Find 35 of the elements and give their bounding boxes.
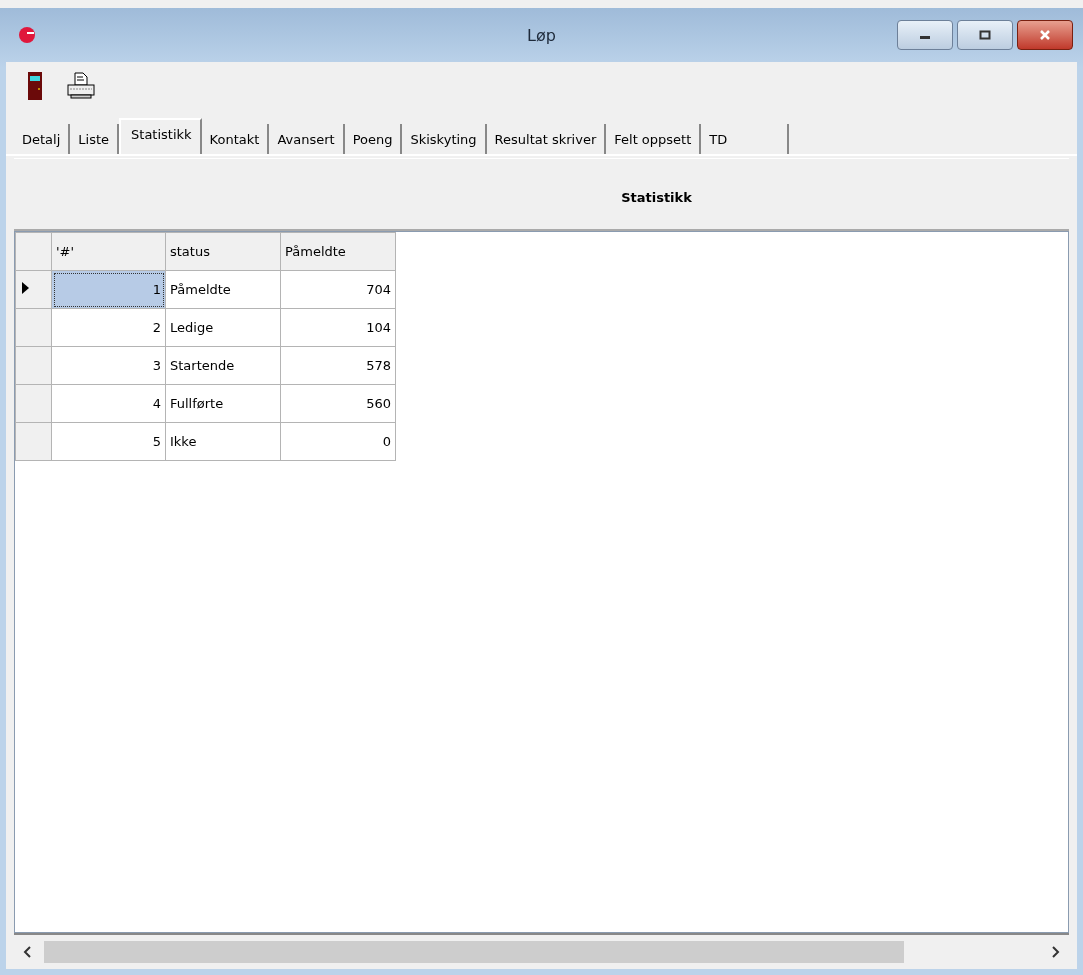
table-cell: 560	[280, 384, 396, 423]
column-header[interactable]: Påmeldte	[280, 232, 396, 271]
app-logo-icon	[18, 26, 36, 44]
close-button[interactable]	[1017, 20, 1073, 50]
scrollbar-thumb[interactable]	[44, 941, 904, 963]
table-cell: Ledige	[165, 308, 281, 347]
close-icon	[1039, 30, 1051, 40]
table-cell: Fullførte	[165, 384, 281, 423]
table-cell: Startende	[165, 346, 281, 385]
table-cell: 104	[280, 308, 396, 347]
row-pointer-icon	[22, 282, 29, 294]
maximize-icon	[979, 30, 991, 40]
table-cell: 1	[51, 270, 166, 309]
table-cell: 704	[280, 270, 396, 309]
column-header[interactable]: '#'	[51, 232, 166, 271]
scroll-left-icon[interactable]	[22, 946, 32, 958]
panel-heading: Statistikk	[621, 189, 692, 205]
table-cell: Ikke	[165, 422, 281, 461]
table-cell: 0	[280, 422, 396, 461]
column-header[interactable]: status	[165, 232, 281, 271]
printer-icon[interactable]	[66, 71, 96, 101]
table-cell: 3	[51, 346, 166, 385]
table-cell: 5	[51, 422, 166, 461]
table-cell: 4	[51, 384, 166, 423]
table-cell: 2	[51, 308, 166, 347]
minimize-button[interactable]	[897, 20, 953, 50]
window-title: Løp	[526, 25, 557, 45]
scroll-right-icon[interactable]	[1051, 946, 1061, 958]
maximize-button[interactable]	[957, 20, 1013, 50]
header-corner	[15, 232, 52, 271]
row-indicator[interactable]	[15, 270, 52, 309]
tab[interactable]: Statistikk	[119, 118, 202, 154]
door-icon[interactable]	[28, 72, 42, 100]
table-cell: Påmeldte	[165, 270, 281, 309]
table-cell: 578	[280, 346, 396, 385]
